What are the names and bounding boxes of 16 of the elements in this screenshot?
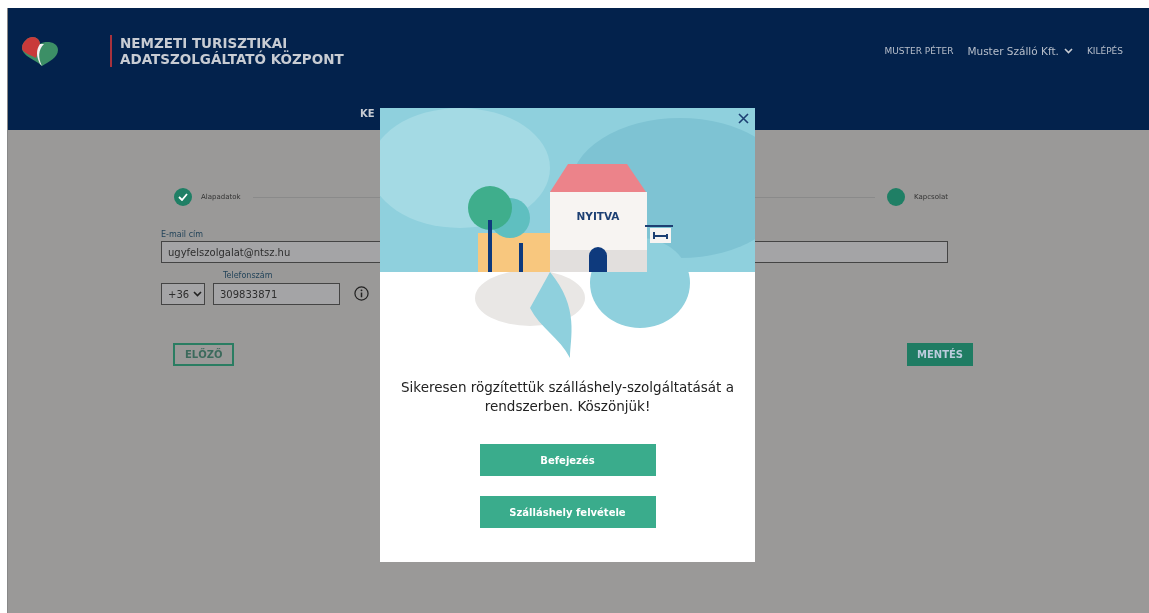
country-code-select[interactable]: +36 — [161, 283, 205, 305]
info-icon[interactable] — [354, 286, 369, 301]
save-button[interactable]: MENTÉS — [907, 343, 973, 366]
nav-item[interactable]: KE — [360, 108, 375, 119]
phone-field[interactable]: 309833871 — [213, 283, 340, 305]
success-message: Sikeresen rögzítettük szálláshely-szolgáltatását a rendszerben. Köszönjük! — [400, 378, 735, 416]
brand-title: NEMZETI TURISZTIKAI ADATSZOLGÁLTATÓ KÖZPONT — [110, 35, 344, 67]
close-icon[interactable] — [738, 113, 749, 124]
company-dropdown[interactable]: Muster Szálló Kft. — [967, 45, 1073, 57]
phone-label: Telefonszám — [222, 271, 274, 280]
logout-link[interactable]: KILÉPÉS — [1086, 46, 1123, 56]
chevron-down-icon — [1063, 48, 1073, 54]
email-label: E-mail cím — [161, 230, 204, 239]
chevron-down-icon — [193, 291, 203, 297]
user-name[interactable]: MUSTER PÉTER — [884, 46, 954, 56]
sign-text: NYITVA — [576, 210, 620, 222]
